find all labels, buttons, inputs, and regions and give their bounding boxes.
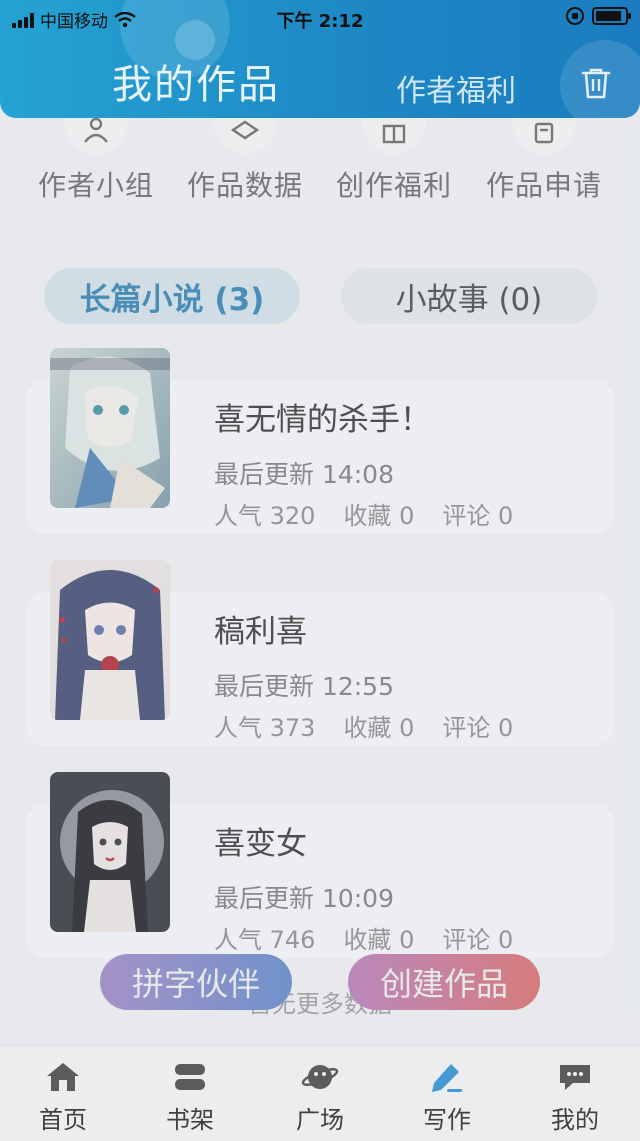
- work-stats: 人气 320 收藏 0 评论 0: [214, 496, 513, 531]
- nav-home[interactable]: 首页: [8, 1060, 118, 1135]
- battery-icon: [592, 7, 631, 25]
- nav-bookshelf[interactable]: 书架: [135, 1060, 245, 1135]
- home-icon: [47, 1063, 79, 1091]
- planet-icon: [301, 1065, 339, 1089]
- work-popularity: 人气 320: [214, 502, 316, 530]
- chat-icon: [560, 1065, 590, 1090]
- work-updated: 最后更新 10:09: [214, 884, 394, 913]
- tab-short-story[interactable]: 小故事 (0): [341, 268, 597, 324]
- quick-action-label: 创作福利: [335, 169, 452, 202]
- trash-icon: [581, 68, 611, 99]
- bottom-navigation: 首页 书架 广场 写作 我的: [0, 1045, 640, 1141]
- nav-label: 书架: [166, 1106, 214, 1134]
- nav-plaza[interactable]: 广场: [265, 1060, 375, 1135]
- work-comments: 评论 0: [442, 714, 514, 742]
- work-stats: 人气 746 收藏 0 评论 0: [214, 920, 513, 955]
- author-welfare-link[interactable]: 作者福利: [396, 66, 516, 110]
- status-bar: 中国移动 下午 2:12: [0, 0, 640, 36]
- data-icon: [230, 120, 260, 140]
- nav-writing[interactable]: 写作: [392, 1060, 502, 1135]
- work-cover-image[interactable]: [50, 560, 170, 720]
- rotation-lock-icon: [566, 7, 584, 25]
- group-icon: [84, 118, 108, 143]
- pen-icon: [432, 1064, 462, 1092]
- nav-mine[interactable]: 我的: [520, 1060, 630, 1135]
- work-popularity: 人气 746: [214, 926, 316, 954]
- apply-icon: [534, 122, 554, 144]
- work-comments: 评论 0: [442, 502, 514, 530]
- work-favorites: 收藏 0: [343, 926, 415, 954]
- quick-action-label: 作者小组: [37, 169, 154, 202]
- work-stats: 人气 373 收藏 0 评论 0: [214, 708, 513, 743]
- app-header: 中国移动 下午 2:12 我的作品 作者福利: [0, 0, 640, 118]
- work-updated: 最后更新 12:55: [214, 672, 394, 701]
- no-more-data-text: 暂无更多数据: [248, 990, 392, 1018]
- work-title: 喜变女: [214, 826, 307, 862]
- work-updated: 最后更新 14:08: [214, 460, 394, 489]
- work-title: 稿利喜: [214, 614, 307, 650]
- word-partner-button[interactable]: 拼字伙伴: [100, 954, 292, 1010]
- create-work-button[interactable]: 创建作品: [348, 954, 540, 1010]
- nav-label: 首页: [39, 1106, 87, 1134]
- work-favorites: 收藏 0: [343, 714, 415, 742]
- nav-label: 广场: [296, 1106, 344, 1134]
- quick-action-label: 作品申请: [485, 169, 602, 202]
- work-favorites: 收藏 0: [343, 502, 415, 530]
- bookshelf-icon: [175, 1064, 205, 1090]
- tab-long-novel[interactable]: 长篇小说 (3): [44, 268, 300, 324]
- quick-action-label: 作品数据: [186, 169, 303, 202]
- work-cover-image[interactable]: [50, 348, 170, 508]
- work-comments: 评论 0: [442, 926, 514, 954]
- work-title: 喜无情的杀手！: [214, 402, 431, 438]
- trash-button[interactable]: [580, 66, 612, 100]
- page-title: 我的作品: [112, 62, 280, 108]
- nav-label: 我的: [551, 1106, 599, 1134]
- status-time: 下午 2:12: [276, 11, 364, 32]
- nav-label: 写作: [423, 1106, 471, 1134]
- work-popularity: 人气 373: [214, 714, 316, 742]
- work-cover-image[interactable]: [50, 772, 170, 932]
- gift-icon: [382, 124, 406, 144]
